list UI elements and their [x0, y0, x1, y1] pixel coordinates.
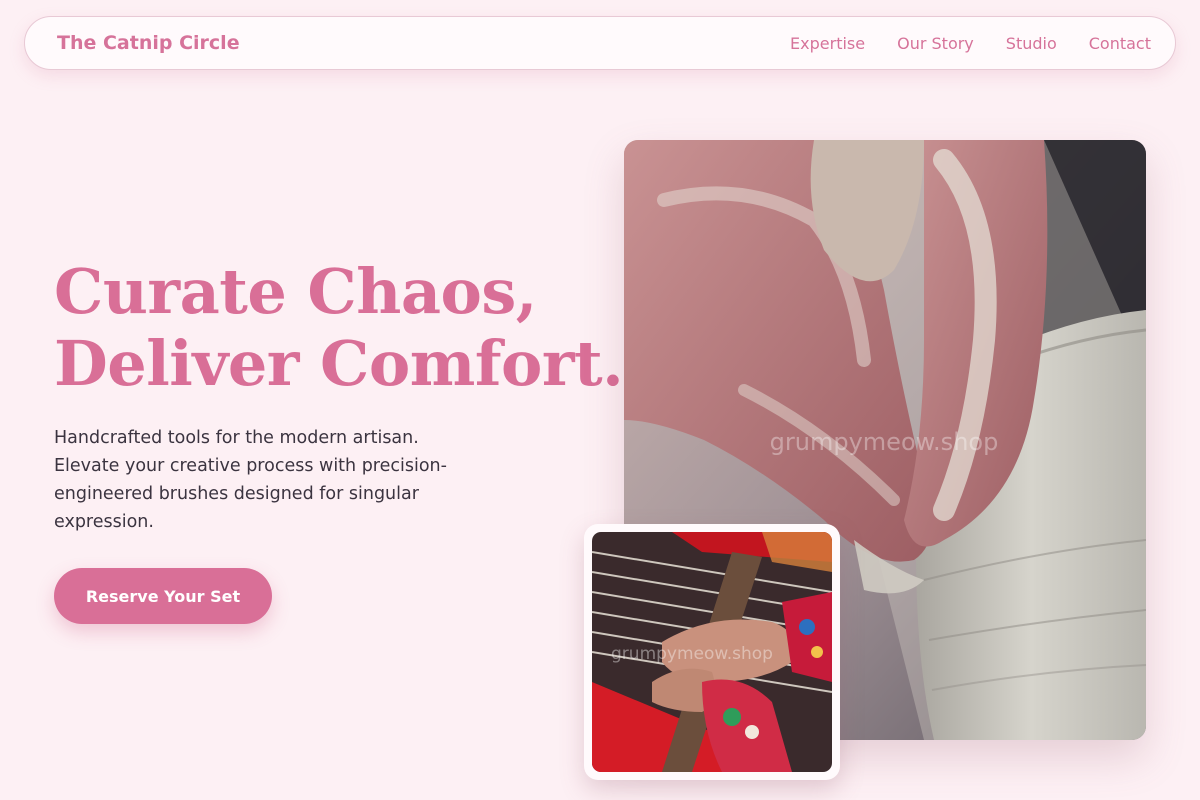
hero-title: Curate Chaos, Deliver Comfort. — [54, 255, 624, 400]
nav-link-studio[interactable]: Studio — [1006, 34, 1057, 53]
top-navbar: The Catnip Circle Expertise Our Story St… — [24, 16, 1176, 70]
reserve-set-button[interactable]: Reserve Your Set — [54, 568, 272, 624]
hero-title-line-2: Deliver Comfort. — [54, 327, 624, 400]
nav-link-our-story[interactable]: Our Story — [897, 34, 974, 53]
nav-link-expertise[interactable]: Expertise — [790, 34, 865, 53]
nav-link-contact[interactable]: Contact — [1089, 34, 1151, 53]
small-image-watermark: grumpymeow.shop — [611, 644, 773, 664]
nav-links: Expertise Our Story Studio Contact — [790, 34, 1151, 53]
main-image-watermark: grumpymeow.shop — [770, 428, 999, 456]
weaving-image-frame: grumpymeow.shop — [584, 524, 840, 780]
weaving-hands-image: grumpymeow.shop — [592, 532, 832, 772]
hero-title-line-1: Curate Chaos, — [54, 255, 537, 328]
hero-subtitle: Handcrafted tools for the modern artisan… — [54, 428, 447, 532]
brand-logo[interactable]: The Catnip Circle — [57, 32, 240, 54]
weaving-illustration: grumpymeow.shop — [592, 532, 832, 772]
